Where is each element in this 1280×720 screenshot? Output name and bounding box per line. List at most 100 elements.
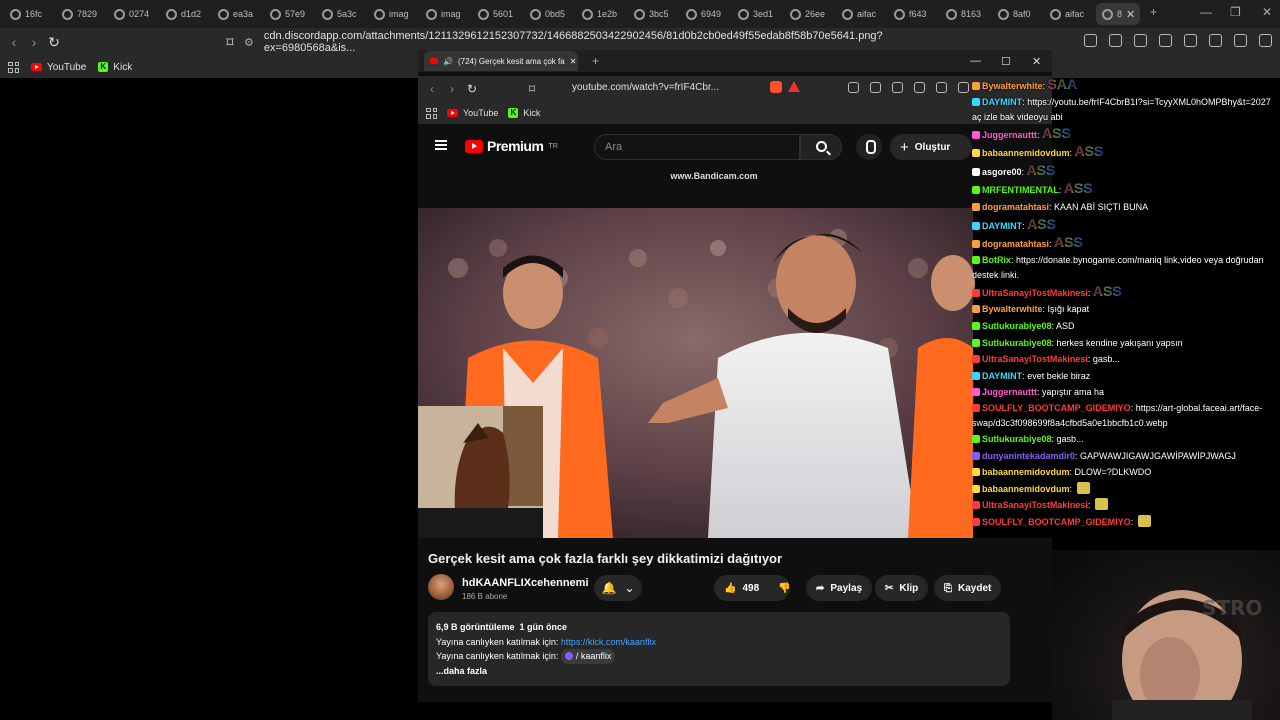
sidebar-icon[interactable] — [1184, 34, 1197, 47]
kick-channel-badge[interactable]: / kaanflix — [560, 649, 616, 664]
channel-avatar[interactable] — [428, 574, 454, 600]
outer-tab[interactable]: 8163 — [940, 3, 992, 25]
outer-tab[interactable]: 0bd5 — [524, 3, 576, 25]
media-icon[interactable] — [936, 82, 947, 93]
chat-username[interactable]: Sutlukurabiye08 — [982, 338, 1052, 348]
close-tab-icon[interactable]: ✕ — [570, 57, 577, 66]
chat-username[interactable]: SOULFLY_BOOTCAMP_GIDEMIYO — [982, 403, 1131, 413]
share-button[interactable]: ➦ Paylaş — [806, 575, 873, 601]
outer-tab[interactable]: imag — [420, 3, 472, 25]
download-icon[interactable] — [914, 82, 925, 93]
menu-icon[interactable] — [435, 140, 447, 150]
outer-maximize-button[interactable]: ❐ — [1230, 5, 1241, 19]
outer-tab[interactable]: 26ee — [784, 3, 836, 25]
download-icon[interactable] — [1134, 34, 1147, 47]
inner-close-button[interactable]: ✕ — [1032, 55, 1041, 68]
chat-username[interactable]: babaannemidovdum — [982, 148, 1070, 158]
chat-username[interactable]: UltraSanayiTostMakinesi — [982, 500, 1088, 510]
outer-tab[interactable]: 0274 — [108, 3, 160, 25]
chat-username[interactable]: DAYMINT — [982, 371, 1022, 381]
extension-icon[interactable] — [848, 82, 859, 93]
brave-rewards-icon[interactable] — [788, 81, 800, 92]
chat-username[interactable]: UltraSanayiTostMakinesi — [982, 288, 1088, 298]
outer-tab[interactable]: ea3a — [212, 3, 264, 25]
forward-icon[interactable]: › — [442, 82, 462, 96]
outer-tab[interactable]: 16fc — [4, 3, 56, 25]
reload-icon[interactable]: ↻ — [462, 82, 482, 96]
bookmark-kick[interactable]: K Kick — [508, 108, 540, 118]
wallet-icon[interactable] — [1209, 34, 1222, 47]
media-icon[interactable] — [1159, 34, 1172, 47]
outer-tab[interactable]: 3bc5 — [628, 3, 680, 25]
outer-tab[interactable]: 8af0 — [992, 3, 1044, 25]
video-player[interactable] — [418, 208, 1052, 538]
outer-tab[interactable]: d1d2 — [160, 3, 212, 25]
close-tab-icon[interactable]: ✕ — [1126, 8, 1135, 21]
chat-username[interactable]: dogramatahtasi — [982, 239, 1049, 249]
chat-username[interactable]: asgore00 — [982, 167, 1022, 177]
chat-username[interactable]: MRFENTIMENTAL — [982, 185, 1059, 195]
chat-username[interactable]: Bywalterwhite — [982, 304, 1043, 314]
voice-search-button[interactable] — [856, 134, 882, 160]
outer-close-button[interactable]: ✕ — [1262, 5, 1272, 19]
back-icon[interactable]: ‹ — [422, 82, 442, 96]
outer-tab[interactable]: 5601 — [472, 3, 524, 25]
chat-username[interactable]: babaannemidovdum — [982, 484, 1070, 494]
sidebar-icon[interactable] — [958, 82, 969, 93]
apps-icon[interactable] — [426, 107, 437, 119]
chat-username[interactable]: DAYMINT — [982, 221, 1022, 231]
chat-username[interactable]: dogramatahtasi — [982, 202, 1049, 212]
bookmark-youtube[interactable]: YouTube — [447, 108, 498, 118]
show-more-link[interactable]: ...daha fazla — [436, 666, 487, 676]
outer-tab[interactable]: 5a3c — [316, 3, 368, 25]
kick-link[interactable]: https://kick.com/kaanflix — [561, 637, 656, 647]
chat-username[interactable]: dunyanintekadamdir0 — [982, 451, 1075, 461]
apps-icon[interactable] — [8, 61, 19, 73]
bookmark-icon[interactable]: ⌑ — [220, 34, 240, 51]
chat-username[interactable]: UltraSanayiTostMakinesi — [982, 354, 1088, 364]
outer-tab[interactable]: f643 — [888, 3, 940, 25]
chat-username[interactable]: Sutlukurabiye08 — [982, 434, 1052, 444]
inner-minimize-button[interactable]: — — [970, 55, 981, 67]
bookmark-icon[interactable]: ⌑ — [522, 82, 542, 96]
clip-button[interactable]: ✂ Klip — [875, 575, 929, 601]
outer-tab[interactable]: 8 ✕ — [1096, 3, 1140, 25]
chat-username[interactable]: Juggernauttt — [982, 130, 1037, 140]
chat-username[interactable]: babaannemidovdum — [982, 467, 1070, 477]
chat-username[interactable]: DAYMINT — [982, 97, 1022, 107]
menu-icon[interactable] — [1259, 34, 1272, 47]
extension-icon[interactable] — [1109, 34, 1122, 47]
extension-icon[interactable] — [1084, 34, 1097, 47]
outer-tab[interactable]: aifac — [836, 3, 888, 25]
reload-icon[interactable]: ↻ — [44, 34, 64, 51]
shield-icon[interactable] — [1234, 34, 1247, 47]
chat-username[interactable]: Sutlukurabiye08 — [982, 321, 1052, 331]
outer-tab[interactable]: 6949 — [680, 3, 732, 25]
chat-username[interactable]: Bywalterwhite — [982, 81, 1043, 91]
forward-icon[interactable]: › — [24, 34, 44, 50]
outer-tab[interactable]: 3ed1 — [732, 3, 784, 25]
chat-username[interactable]: SOULFLY_BOOTCAMP_GIDEMIYO — [982, 517, 1131, 527]
back-icon[interactable]: ‹ — [4, 34, 24, 50]
search-input[interactable]: Ara — [594, 134, 800, 160]
site-info-icon[interactable]: ⚙ — [244, 36, 254, 49]
dislike-button[interactable]: 👎 — [768, 575, 804, 601]
inner-address-bar[interactable]: youtube.com/watch?v=frIF4Cbr... — [572, 82, 719, 93]
save-button[interactable]: ⎘ Kaydet — [934, 575, 1002, 601]
brave-shield-icon[interactable] — [770, 81, 782, 93]
new-tab-button[interactable]: + — [592, 54, 599, 68]
chat-username[interactable]: Juggernauttt — [982, 387, 1037, 397]
outer-tab[interactable]: imag — [368, 3, 420, 25]
outer-tab[interactable]: 7829 — [56, 3, 108, 25]
outer-minimize-button[interactable]: — — [1200, 5, 1212, 19]
bookmark-youtube[interactable]: YouTube — [31, 62, 86, 73]
bookmark-kick[interactable]: K Kick — [98, 62, 132, 73]
subscription-bell-button[interactable]: 🔔 ⌄ — [594, 575, 642, 601]
outer-tab[interactable]: 57e9 — [264, 3, 316, 25]
create-button[interactable]: + Oluştur — [890, 134, 972, 160]
extension-icon[interactable] — [892, 82, 903, 93]
inner-maximize-button[interactable]: ☐ — [1001, 55, 1011, 68]
chat-username[interactable]: BotRix — [982, 255, 1011, 265]
extension-icon[interactable] — [870, 82, 881, 93]
search-button[interactable] — [800, 134, 842, 160]
